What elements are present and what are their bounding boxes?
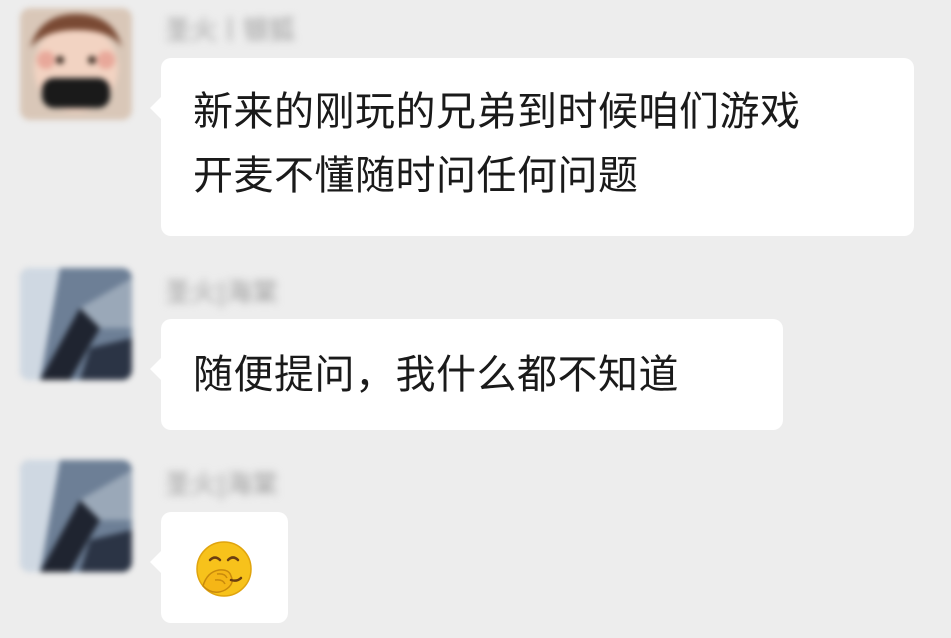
- message-text: 新来的刚玩的兄弟到时候咱们游戏 开麦不懂随时问任何问题: [193, 89, 801, 199]
- blurred-photo-avatar-icon[interactable]: [20, 268, 132, 380]
- cartoon-face-avatar-icon[interactable]: [20, 8, 132, 120]
- sender-name: 圣火|海棠: [165, 278, 278, 308]
- message-text: 随便提问，我什么都不知道: [193, 352, 679, 398]
- message-bubble[interactable]: [150, 512, 288, 623]
- message-bubble[interactable]: 新来的刚玩的兄弟到时候咱们游戏 开麦不懂随时问任何问题: [150, 58, 914, 236]
- sender-name: 圣火|海棠: [165, 470, 278, 500]
- facepalm-smile-emoji-icon: [196, 541, 252, 597]
- sender-name: 圣火丨银狐: [165, 16, 296, 46]
- message-bubble[interactable]: 随便提问，我什么都不知道: [150, 319, 783, 430]
- blurred-photo-avatar-icon[interactable]: [20, 460, 132, 572]
